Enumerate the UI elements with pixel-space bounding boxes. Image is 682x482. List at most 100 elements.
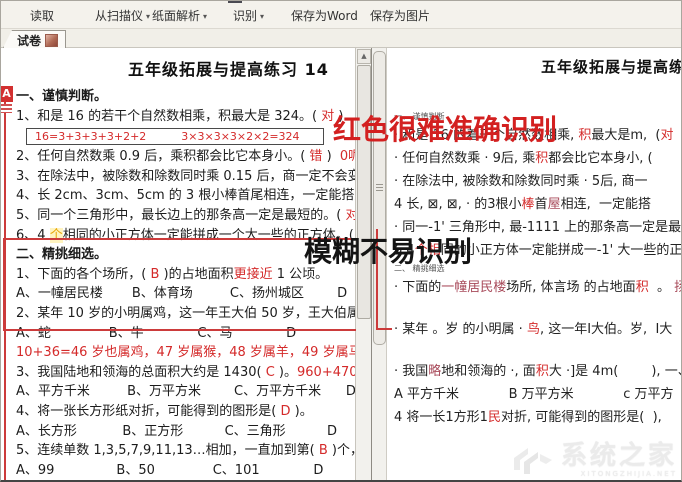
text-line: · 在除法中, 被除数和除数同时乘 · 5后, 商一	[394, 170, 682, 193]
text-segment: 对	[660, 128, 674, 143]
text-segment: 屋	[547, 197, 561, 212]
text-line: A、长方形 B、正方形 C、三角形 D	[16, 422, 356, 442]
scroll-up-icon[interactable]: ▲	[357, 49, 371, 64]
scanned-document: A 五年级拓展与提高练习 14 一、谨慎判断。 1、和是 16 的若干个自然数相乘…	[0, 48, 356, 482]
document-text: 一、谨慎判断。 1、和是 16 的若干个自然数相乘，积最大是 324。( 对 ) 1…	[16, 87, 356, 482]
from-scanner-label: 从扫描仪	[95, 9, 144, 23]
text-segment: 大 ·]是 4m( ), 一、	[548, 364, 682, 379]
text-segment: 2、任何自然数乘 0.9 后，乘积都会比它本身小。(	[16, 149, 310, 165]
text-segment: 个	[49, 227, 63, 243]
text-segment: 都会比它本身小, (	[548, 151, 653, 166]
text-line: 4、将一张长方形纸对折，可能得到的图形是( D )。	[16, 402, 356, 422]
text-segment: 。	[648, 280, 675, 295]
page-thumbnail-icon	[45, 33, 59, 47]
text-line: A、99 B、50 C、101 D	[16, 461, 356, 481]
text-segment: 错	[309, 149, 323, 165]
watermark-site-text: XITONGZHIJIA.NET	[580, 470, 677, 478]
text-segment: 4、将一张长方形纸对折，可能得到的图形是(	[16, 403, 281, 419]
text-segment: 1、和是 16 的若干个自然数相乘，积最大是 324。(	[16, 108, 322, 124]
scrollbar-grip-icon	[376, 184, 383, 193]
read-button-label: 读取	[30, 9, 55, 23]
region-grip-icon	[1, 104, 12, 113]
paper-analysis-button[interactable]: 纸面解析 ▾	[152, 7, 207, 24]
text-line: 3、在除法中，被除数和除数同时乘 0.15 后，商一定不会变。(	[16, 167, 356, 187]
text-segment: 6、4	[16, 227, 50, 243]
text-segment: A、长方形 B、正方形 C、三角形 D	[16, 423, 338, 439]
text-segment: 16=3+3+3+3+2+2	[35, 130, 147, 144]
text-segment: 民	[487, 410, 501, 425]
dropdown-caret-icon: ▾	[203, 12, 208, 21]
recognize-button[interactable]: 识别 ▾	[233, 7, 264, 24]
text-segment: 1、下面的各个场所，(	[16, 266, 151, 282]
watermark: 系统之家 XITONGZHIJIA.NET	[512, 443, 677, 478]
text-segment: · 我国	[394, 364, 429, 379]
text-segment: A 平方千米 B 万平方米 c 万平方	[394, 387, 674, 402]
text-segment: 二、精挑细选。	[16, 247, 108, 263]
text-segment: 5、连续单数 1,3,5,7,9,11,13…相加，一直加到第(	[16, 443, 319, 459]
tab-bar: 试卷	[0, 29, 682, 48]
text-line: · 任何自然数乘 · 9后, 乘积都会比它本身小, (	[394, 147, 682, 170]
text-segment: 4 长, ⊠, ⊠, · 的3根小	[394, 197, 522, 212]
text-segment: B	[318, 443, 328, 459]
right-scrollbar-thumb[interactable]	[373, 51, 386, 345]
text-segment: 地和领海的 ·, 面	[441, 364, 536, 379]
text-line: 1、和是 16 的若干个自然数相乘，积最大是 324。( 对 )	[16, 107, 356, 127]
save-as-word-label: 保存为Word	[291, 9, 358, 23]
text-segment: C	[265, 364, 275, 380]
read-button[interactable]: 读取	[30, 7, 54, 24]
text-line: 一、谨慎判断。	[16, 87, 356, 107]
text-segment: 同的小正方体一定能拼成一-1' 大一些的正方	[440, 243, 682, 258]
text-segment: · 任何自然数乘 · 9后, 乘	[394, 151, 536, 166]
text-line: 5、连续单数 1,3,5,7,9,11,13…相加，一直加到第( B )个，	[16, 441, 356, 461]
dropdown-caret-icon: ▾	[260, 12, 265, 21]
text-segment: 5、同一个三角形中，最长边上的那条高一定是最短的。(	[16, 207, 346, 223]
text-segment: 4 将一长1方形1	[394, 410, 488, 425]
text-segment: · 某年 。岁 的小明属 ·	[394, 322, 527, 337]
text-segment: 10+36=46 岁也属鸡，47 岁属猴，48 岁属羊，49 岁属马，50	[16, 345, 356, 361]
text-line: 10+36=46 岁也属鸡，47 岁属猴，48 岁属羊，49 岁属马，50	[16, 343, 356, 363]
paper-analysis-label: 纸面解析	[152, 9, 201, 23]
left-scrollbar-thumb[interactable]	[357, 65, 371, 319]
save-as-image-button[interactable]: 保存为图片	[370, 7, 430, 24]
annotation-black-note: 模糊不易识别	[304, 235, 473, 268]
text-segment: )个，	[331, 443, 356, 459]
text-segment: A、蛇 B、牛 C、马 D	[16, 325, 297, 341]
text-line: A 平方千米 B 万平方米 c 万平方	[394, 383, 682, 406]
text-segment: 相连, 一定能搭	[560, 197, 651, 212]
text-segment: 扬州城区	[674, 280, 682, 295]
text-segment: 3×3×3×3×2×2=324	[181, 130, 300, 144]
text-line: 2、任何自然数乘 0.9 后，乘积都会比它本身小。( 错 ) 0呢?	[16, 147, 356, 167]
text-segment: 棒	[521, 197, 535, 212]
text-region-marker-badge[interactable]: A	[0, 86, 13, 102]
xitongzhijia-logo-icon	[513, 447, 552, 474]
save-as-word-button[interactable]: 保存为Word	[291, 7, 358, 24]
text-segment: )的占地面积	[159, 266, 234, 282]
text-line: 4 长, ⊠, ⊠, · 的3根小棒首屋相连, 一定能搭	[394, 193, 682, 216]
text-segment: 2、某年 10 岁的小明属鸡，这一年王大伯 50 岁，王大伯属(	[16, 305, 356, 321]
text-segment: 一幢居民楼	[441, 280, 507, 295]
text-segment: 略	[428, 364, 442, 379]
text-segment: , 这一年I大伯。岁, I大	[539, 322, 673, 337]
region-boundary-line	[4, 86, 6, 482]
text-segment: 4、长 2cm、3cm、5cm 的 3 根小棒首尾相连，一定能搭成三角形。	[16, 188, 356, 204]
text-line: A、平方千米 B、万平方米 C、万平方千米 D	[16, 382, 356, 402]
text-segment: D	[280, 403, 291, 419]
region-annotation-line	[376, 328, 392, 330]
window-fragment	[228, 0, 242, 3]
text-line: A、蛇 B、牛 C、马 D	[16, 324, 356, 344]
text-segment	[146, 130, 181, 143]
text-segment: A、平方千米 B、万平方米 C、万平方千米 D	[16, 384, 356, 400]
text-segment: 更接近	[233, 266, 273, 282]
text-segment: 首	[534, 197, 548, 212]
text-line: 5、同一个三角形中，最长边上的那条高一定是最短的。( 对 )	[16, 206, 356, 226]
text-segment: )。	[290, 403, 313, 419]
text-line: 4、长 2cm、3cm、5cm 的 3 根小棒首尾相连，一定能搭成三角形。	[16, 186, 356, 206]
text-segment: 960+470=1430	[297, 364, 356, 380]
from-scanner-button[interactable]: 从扫描仪 ▾	[95, 7, 150, 24]
text-segment: A、99 B、50 C、101 D	[16, 462, 324, 478]
text-line: 4 将一长1方形1民对折, 可能得到的图形是( ),	[394, 406, 682, 429]
tab-exam-paper[interactable]: 试卷	[3, 30, 67, 48]
dropdown-caret-icon: ▾	[146, 12, 151, 21]
text-segment: )。	[274, 364, 297, 380]
text-line: 3、我国陆地和领海的总面积大约是 1430( C )。960+470=1430	[16, 363, 356, 383]
